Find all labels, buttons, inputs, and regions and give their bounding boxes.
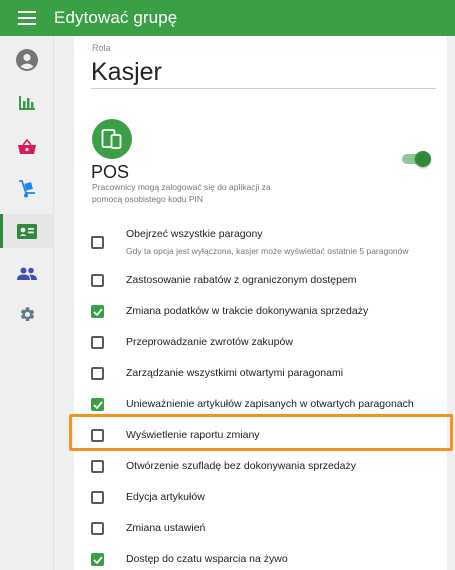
permission-row[interactable]: Zmiana podatków w trakcie dokonywania sp… [74,296,447,326]
permission-label: Zarządzanie wszystkimi otwartymi paragon… [126,367,344,379]
sidebar-item-settings[interactable] [0,298,54,330]
page-title: Edytować grupę [54,8,178,27]
permission-label: Zastosowanie rabatów z ograniczonym dost… [126,274,357,286]
pos-section-title: POS [91,162,130,182]
checkbox-unchecked[interactable] [91,460,104,473]
permission-label: Dostęp do czatu wsparcia na żywo [126,553,288,565]
role-name-input[interactable]: Kasjer [91,58,162,87]
permission-row[interactable]: Obejrzeć wszystkie paragony Gdy ta opcja … [74,224,447,256]
sidebar-item-customers[interactable] [0,257,54,289]
sidebar-item-employees[interactable] [0,214,54,248]
toggle-knob [415,151,431,167]
gear-icon [20,306,34,321]
checkbox-unchecked[interactable] [91,429,104,442]
permission-row[interactable]: Zarządzanie wszystkimi otwartymi paragon… [74,358,447,388]
permission-row[interactable]: Zastosowanie rabatów z ograniczonym dost… [74,265,447,295]
permission-label: Unieważnienie artykułów zapisanych w otw… [126,398,414,410]
people-icon [17,267,37,280]
pos-devices-icon [92,119,132,159]
role-field-underline [91,88,436,89]
sidebar-item-sales[interactable] [0,130,54,162]
basket-icon [18,138,36,154]
sidebar [0,36,54,570]
pos-access-toggle[interactable] [402,151,431,167]
permission-row[interactable]: Unieważnienie artykułów zapisanych w otw… [74,389,447,419]
permission-row[interactable]: Wyświetlenie raportu zmiany [74,420,447,450]
bar-chart-icon [19,96,35,110]
checkbox-unchecked[interactable] [91,236,104,249]
permission-label: Obejrzeć wszystkie paragony [126,228,263,240]
top-app-bar: Edytować grupę [0,0,455,36]
checkbox-unchecked[interactable] [91,491,104,504]
checkbox-unchecked[interactable] [91,336,104,349]
permission-row[interactable]: Otwórzenie szufladę bez dokonywania sprz… [74,451,447,481]
permission-label: Przeprowadzanie zwrotów zakupów [126,336,293,348]
permission-label: Edycja artykułów [126,491,205,503]
sidebar-item-profile[interactable] [0,44,54,76]
checkbox-unchecked[interactable] [91,274,104,287]
sidebar-item-inventory[interactable] [0,173,54,205]
permission-row[interactable]: Dostęp do czatu wsparcia na żywo [74,544,447,570]
checkbox-checked[interactable] [91,305,104,318]
checkbox-checked[interactable] [91,553,104,566]
permission-row[interactable]: Przeprowadzanie zwrotów zakupów [74,327,447,357]
permission-hint: Gdy ta opcja jest wyłączona, kasjer może… [126,246,409,256]
permission-label: Wyświetlenie raportu zmiany [126,429,260,441]
permission-label: Zmiana podatków w trakcie dokonywania sp… [126,305,369,317]
id-card-icon [17,223,37,239]
permission-label: Otwórzenie szufladę bez dokonywania sprz… [126,460,356,472]
permission-row[interactable]: Edycja artykułów [74,482,447,512]
sidebar-item-reports[interactable] [0,87,54,119]
hamburger-menu-icon[interactable] [16,7,38,29]
role-field-label: Rola [92,43,111,53]
delivery-icon [19,180,35,198]
checkbox-checked[interactable] [91,398,104,411]
pos-section-description: Pracownicy mogą zalogować się do aplikac… [92,182,271,204]
permission-label: Zmiana ustawień [126,522,206,534]
permission-row[interactable]: Zmiana ustawień [74,513,447,543]
checkbox-unchecked[interactable] [91,367,104,380]
user-icon [16,49,38,71]
checkbox-unchecked[interactable] [91,522,104,535]
edit-group-panel: Rola Kasjer POS Pracownicy mogą zalogowa… [74,36,447,570]
